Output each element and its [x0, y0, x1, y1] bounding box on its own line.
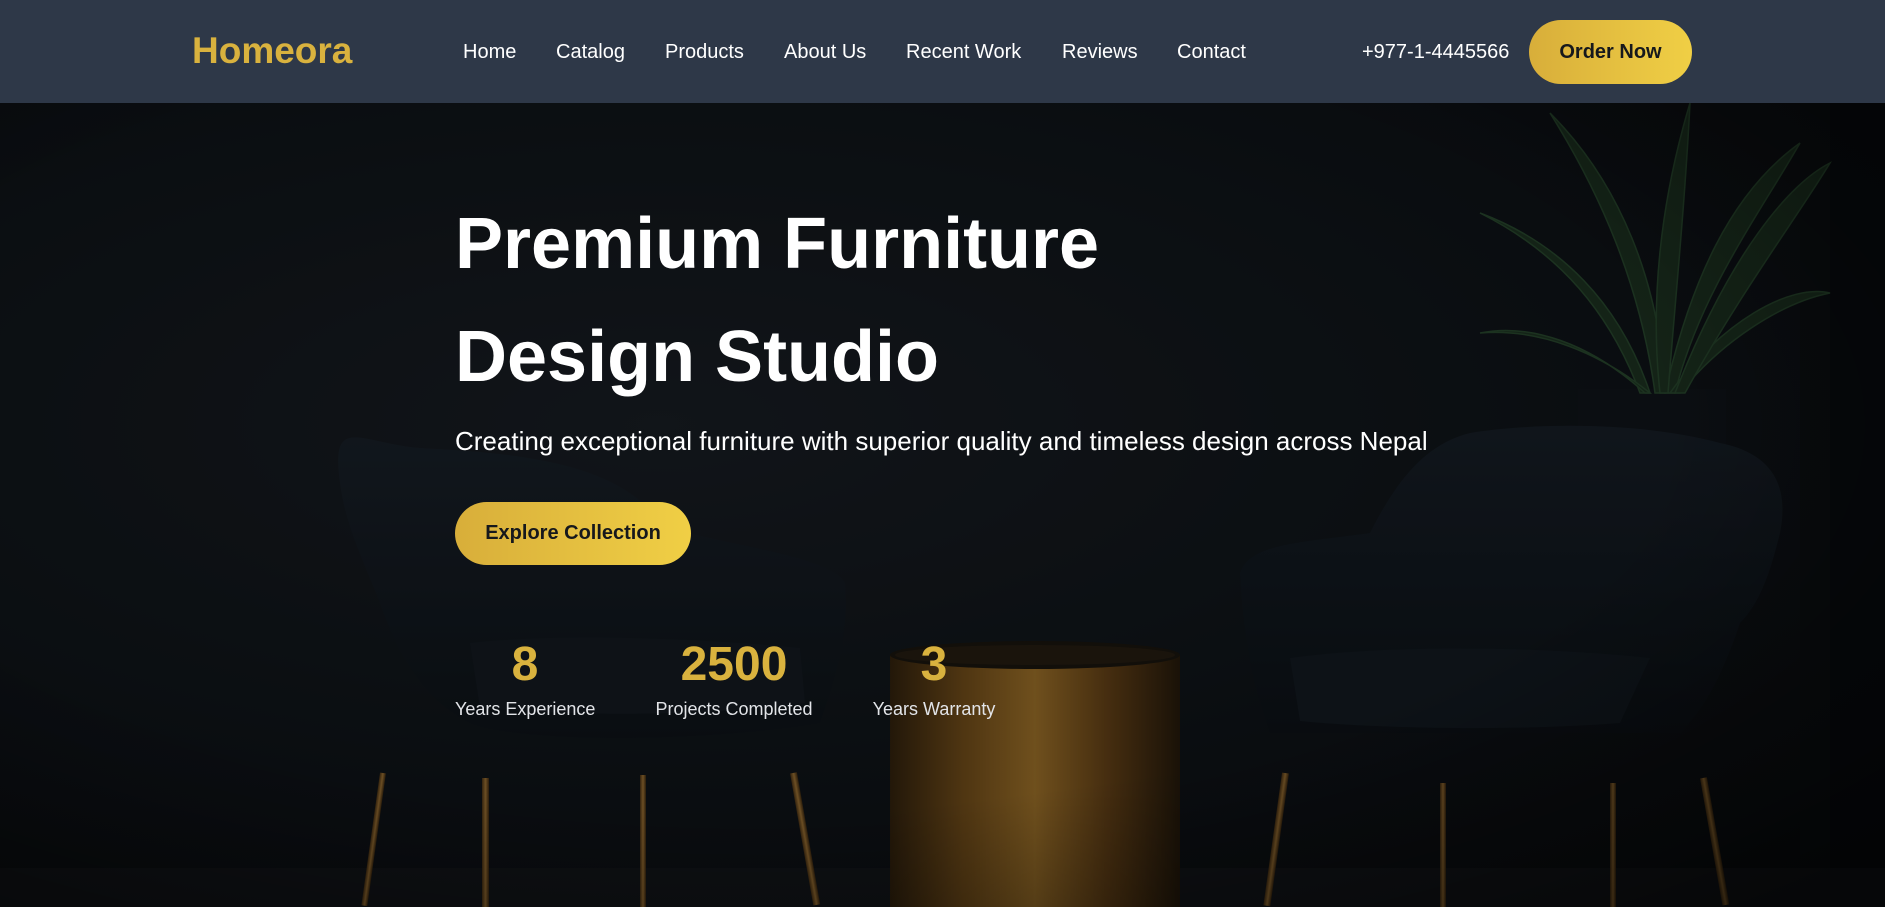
stat-value: 3	[920, 638, 948, 691]
stat-years-warranty: 3 Years Warranty	[872, 636, 996, 720]
page: Homeora Home Catalog Products About Us R…	[0, 0, 1885, 907]
nav-link-catalog[interactable]: Catalog	[556, 40, 625, 64]
stat-label: Years Warranty	[872, 699, 996, 719]
stat-projects-completed: 2500 Projects Completed	[655, 636, 813, 720]
stat-years-experience: 8 Years Experience	[455, 636, 595, 720]
hero-title-line-1: Premium Furniture	[455, 204, 1100, 284]
nav-link-reviews[interactable]: Reviews	[1062, 40, 1138, 64]
brand-logo[interactable]: Homeora	[192, 30, 352, 72]
nav-link-contact[interactable]: Contact	[1177, 40, 1246, 64]
phone-number[interactable]: +977-1-4445566	[1362, 40, 1509, 64]
navbar: Homeora Home Catalog Products About Us R…	[0, 0, 1885, 103]
hero-title: Premium Furniture Design Studio	[455, 188, 1099, 414]
nav-link-about-us[interactable]: About Us	[784, 40, 866, 64]
nav-link-recent-work[interactable]: Recent Work	[906, 40, 1021, 64]
hero-section: Premium Furniture Design Studio Creating…	[0, 103, 1885, 907]
nav-link-products[interactable]: Products	[665, 40, 744, 64]
stat-label: Years Experience	[455, 699, 596, 719]
stat-label: Projects Completed	[655, 699, 813, 719]
nav-link-home[interactable]: Home	[463, 40, 516, 64]
stat-value: 2500	[680, 638, 788, 691]
hero-subtitle: Creating exceptional furniture with supe…	[455, 426, 1428, 456]
hero-title-line-2: Design Studio	[455, 317, 939, 397]
explore-collection-button[interactable]: Explore Collection	[455, 502, 691, 565]
order-now-button[interactable]: Order Now	[1529, 20, 1692, 84]
stat-value: 8	[511, 638, 539, 691]
